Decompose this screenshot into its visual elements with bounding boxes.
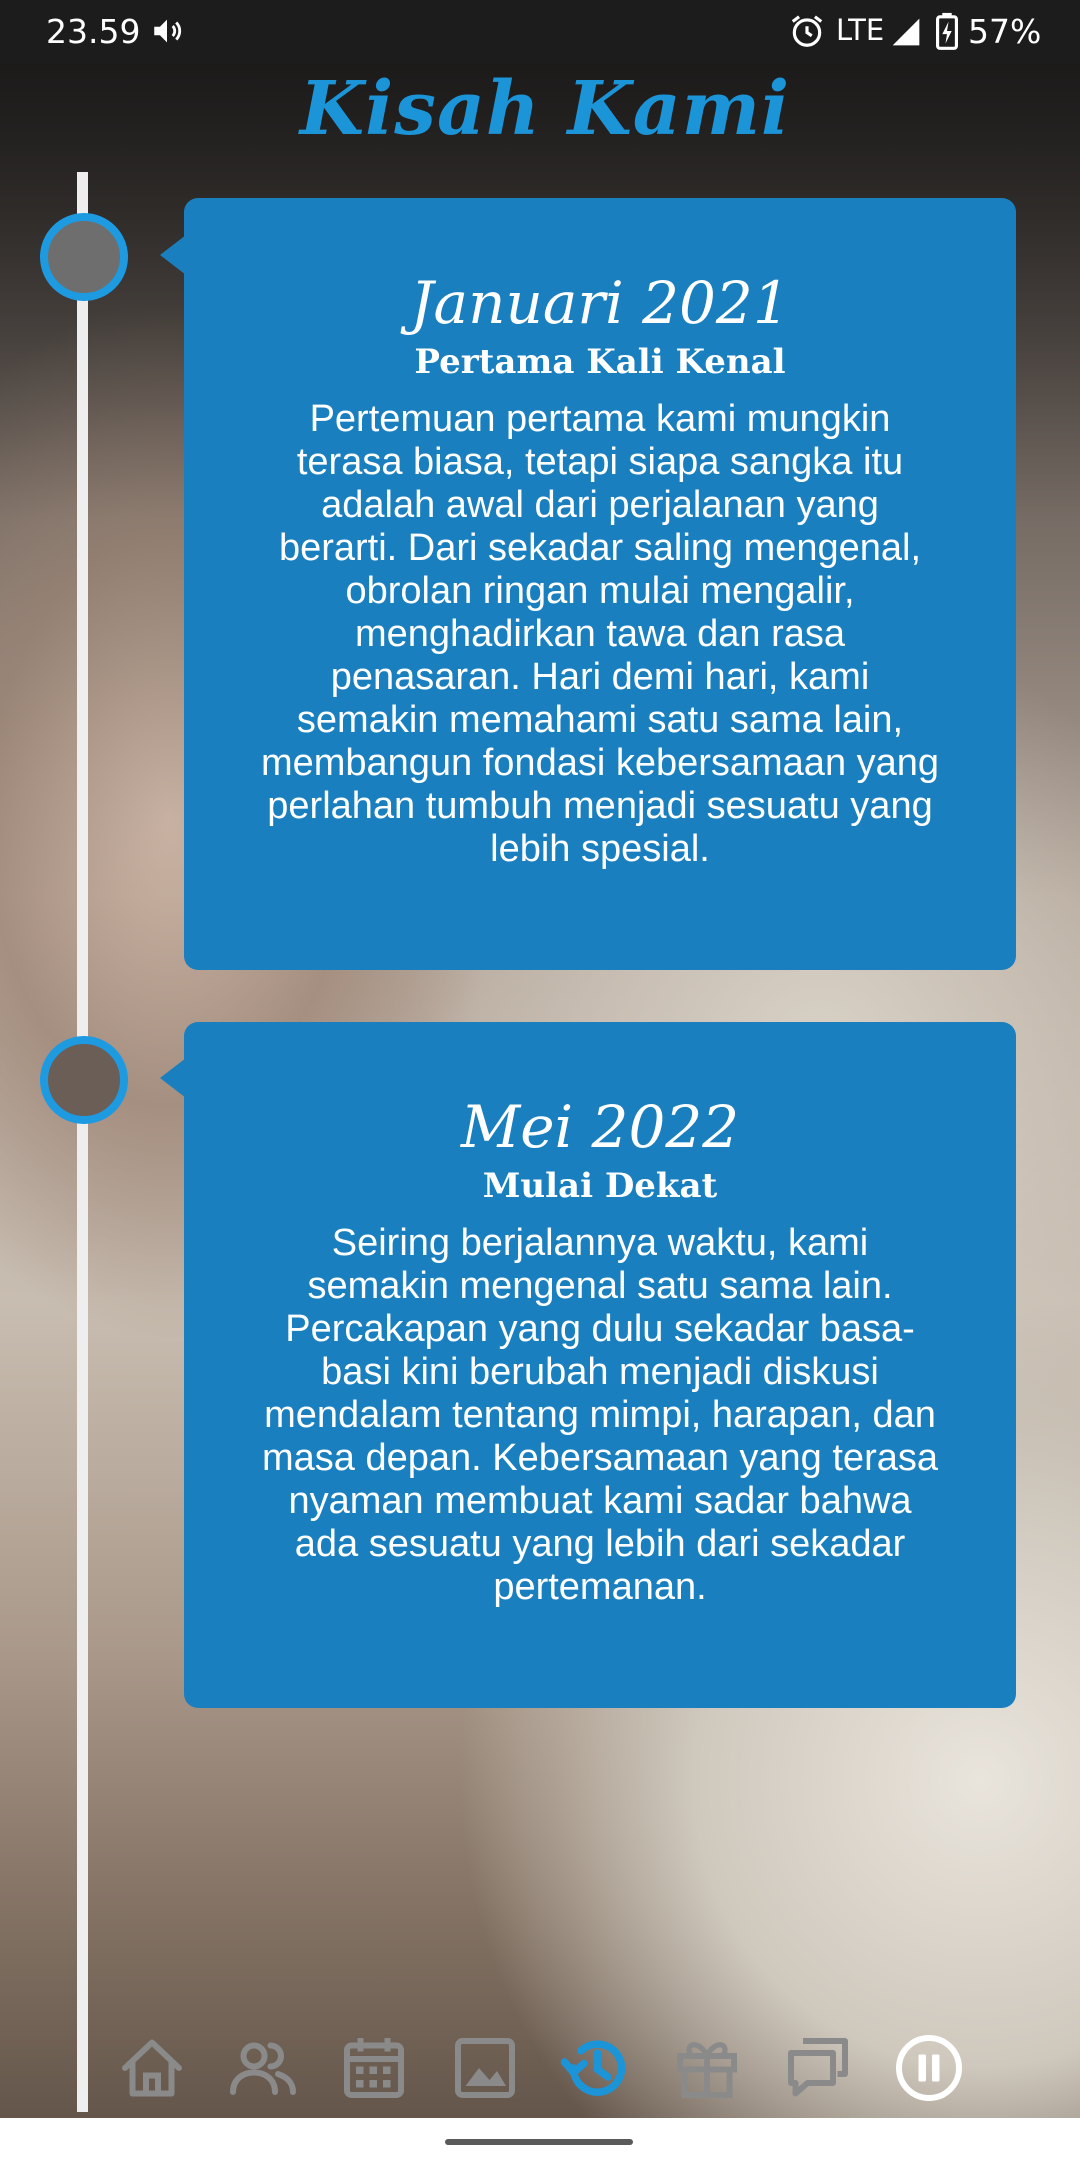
story-heading: Pertama Kali Kenal — [414, 342, 786, 382]
battery-charging-icon — [936, 12, 958, 50]
people-icon[interactable] — [227, 2032, 299, 2104]
timeline-line — [77, 172, 88, 2112]
page-title: Kisah Kami — [299, 66, 791, 152]
calendar-icon[interactable] — [338, 2032, 410, 2104]
network-label: LTE — [836, 13, 885, 47]
timeline-dot — [40, 213, 128, 301]
status-bar: 23.59 LTE 57% — [0, 0, 1080, 64]
gesture-handle[interactable] — [445, 2139, 633, 2145]
battery-percentage: 57% — [968, 12, 1042, 51]
bottom-navigation — [0, 2016, 1080, 2120]
story-body: Seiring berjalannya waktu, kami semakin … — [262, 1222, 938, 1608]
gift-icon[interactable] — [671, 2032, 743, 2104]
timeline-dot — [40, 1036, 128, 1124]
story-body: Pertemuan pertama kami mungkin terasa bi… — [260, 398, 940, 870]
chat-icon[interactable] — [782, 2032, 854, 2104]
signal-icon — [892, 18, 920, 46]
alarm-icon — [791, 15, 823, 47]
home-icon[interactable] — [116, 2032, 188, 2104]
gesture-navigation-area — [0, 2118, 1080, 2160]
card-pointer — [160, 235, 186, 275]
story-card: Januari 2021 Pertama Kali Kenal Pertemua… — [184, 198, 1016, 970]
pause-icon[interactable] — [893, 2032, 965, 2104]
gallery-icon[interactable] — [449, 2032, 521, 2104]
status-time: 23.59 — [46, 12, 141, 51]
story-card: Mei 2022 Mulai Dekat Seiring berjalannya… — [184, 1022, 1016, 1708]
story-date: Mei 2022 — [460, 1093, 740, 1161]
sound-icon — [154, 19, 182, 43]
story-date: Januari 2021 — [410, 269, 790, 337]
story-heading: Mulai Dekat — [482, 1166, 718, 1206]
history-icon[interactable] — [560, 2032, 632, 2104]
card-pointer — [160, 1058, 186, 1098]
